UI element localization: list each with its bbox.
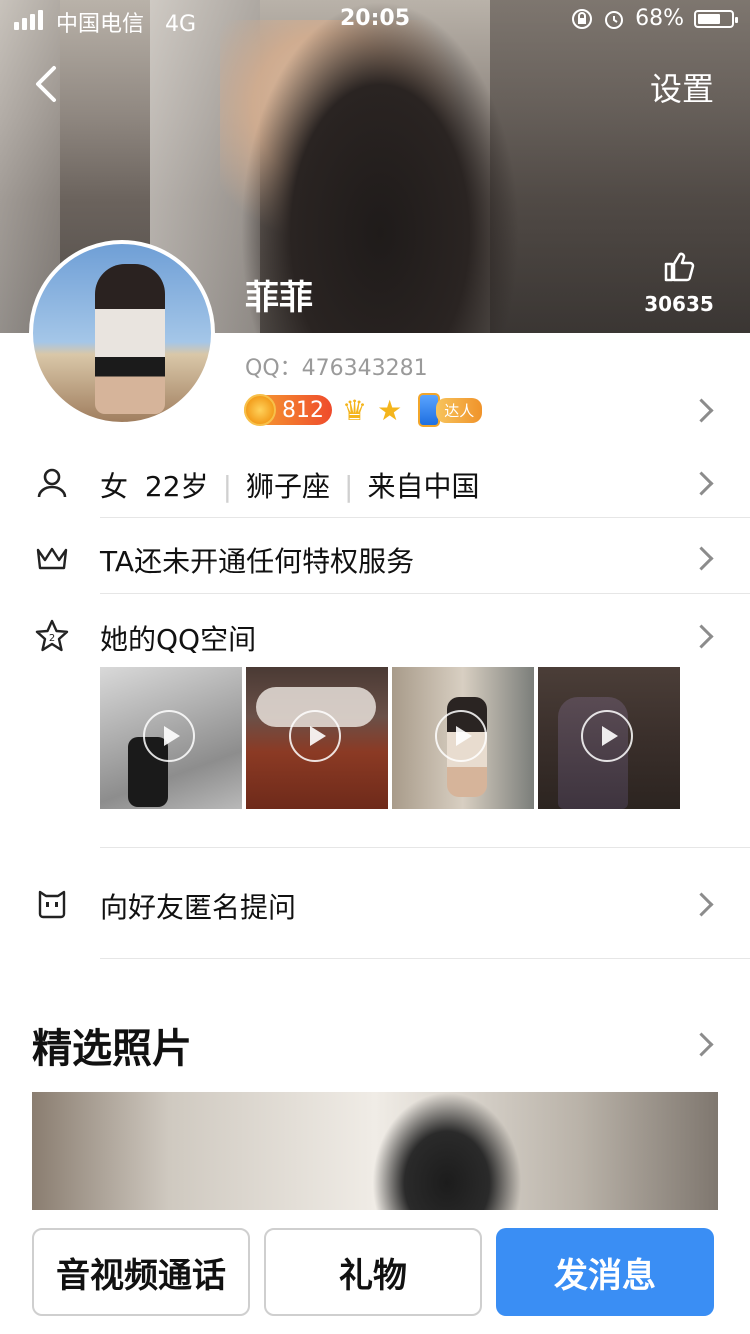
qzone-title: 她的QQ空间 <box>100 623 257 656</box>
basic-info-text: 女 22岁 | 狮子座 | 来自中国 <box>100 470 480 503</box>
featured-photo[interactable] <box>32 1092 718 1222</box>
zodiac: 狮子座 <box>246 470 331 503</box>
rotation-lock-icon <box>572 8 593 29</box>
divider <box>100 517 750 518</box>
chevron-right-icon <box>689 624 714 649</box>
badges-row[interactable]: 812 ♛ ★ 达人 <box>244 390 483 430</box>
qzone-star-icon: 2 <box>35 619 69 652</box>
cat-bag-icon <box>38 890 66 919</box>
anonymous-question-row[interactable]: 向好友匿名提问 <box>0 876 750 936</box>
vip-row[interactable]: TA还未开通任何特权服务 <box>0 530 750 590</box>
vip-text: TA还未开通任何特权服务 <box>100 545 415 578</box>
gender: 女 <box>100 470 129 503</box>
video-thumbnail[interactable] <box>246 667 388 809</box>
crown-icon: ♛ <box>342 393 368 427</box>
divider <box>100 593 750 594</box>
gift-button[interactable]: 礼物 <box>264 1228 482 1316</box>
anonymous-question-text: 向好友匿名提问 <box>100 891 297 924</box>
back-arrow-icon[interactable] <box>28 62 72 106</box>
svg-text:2: 2 <box>49 633 55 644</box>
battery-percent: 68% <box>635 6 684 31</box>
level-badge: 812 <box>244 394 332 426</box>
avatar[interactable] <box>29 240 215 426</box>
video-thumbnail[interactable] <box>392 667 534 809</box>
featured-photos-title: 精选照片 <box>32 1026 192 1072</box>
location: 来自中国 <box>367 470 480 503</box>
divider <box>100 847 750 848</box>
qzone-thumbnails <box>100 667 680 809</box>
qq-number: 476343281 <box>301 356 428 381</box>
chevron-right-icon[interactable] <box>689 1032 714 1057</box>
chevron-right-icon <box>689 892 714 917</box>
star-icon: ★ <box>377 393 403 427</box>
chevron-right-icon <box>689 471 714 496</box>
like-button[interactable]: 30635 <box>644 250 714 316</box>
alarm-icon <box>605 10 624 29</box>
like-count: 30635 <box>644 292 714 316</box>
coin-icon <box>244 394 276 426</box>
chevron-right-icon[interactable] <box>689 398 714 423</box>
divider <box>100 958 750 959</box>
play-icon <box>581 710 633 762</box>
video-thumbnail[interactable] <box>100 667 242 809</box>
qq-label: QQ： <box>245 356 302 381</box>
person-icon <box>37 468 67 498</box>
daren-badge: 达人 <box>418 393 483 427</box>
play-icon <box>289 710 341 762</box>
bottom-action-bar: 音视频通话 礼物 发消息 <box>0 1210 750 1334</box>
profile-name: 菲菲 <box>245 278 313 318</box>
status-bar: 中国电信 4G 20:05 68% <box>0 0 750 40</box>
settings-button[interactable]: 设置 <box>650 64 714 110</box>
qq-number-row: QQ：476343281 <box>245 350 428 382</box>
basic-info-row[interactable]: 女 22岁 | 狮子座 | 来自中国 <box>0 455 750 515</box>
battery-icon <box>694 9 738 28</box>
age: 22岁 <box>144 470 209 503</box>
chevron-right-icon <box>689 546 714 571</box>
send-message-button[interactable]: 发消息 <box>496 1228 714 1316</box>
daren-tag: 达人 <box>436 397 483 423</box>
play-icon <box>143 710 195 762</box>
qzone-row[interactable]: 2 她的QQ空间 <box>0 608 750 668</box>
video-thumbnail[interactable] <box>538 667 680 809</box>
thumbs-up-icon <box>664 252 695 282</box>
crown-outline-icon <box>36 547 68 570</box>
level-value: 812 <box>282 397 324 423</box>
play-icon <box>435 710 487 762</box>
video-call-button[interactable]: 音视频通话 <box>32 1228 250 1316</box>
status-right: 68% <box>571 6 738 31</box>
